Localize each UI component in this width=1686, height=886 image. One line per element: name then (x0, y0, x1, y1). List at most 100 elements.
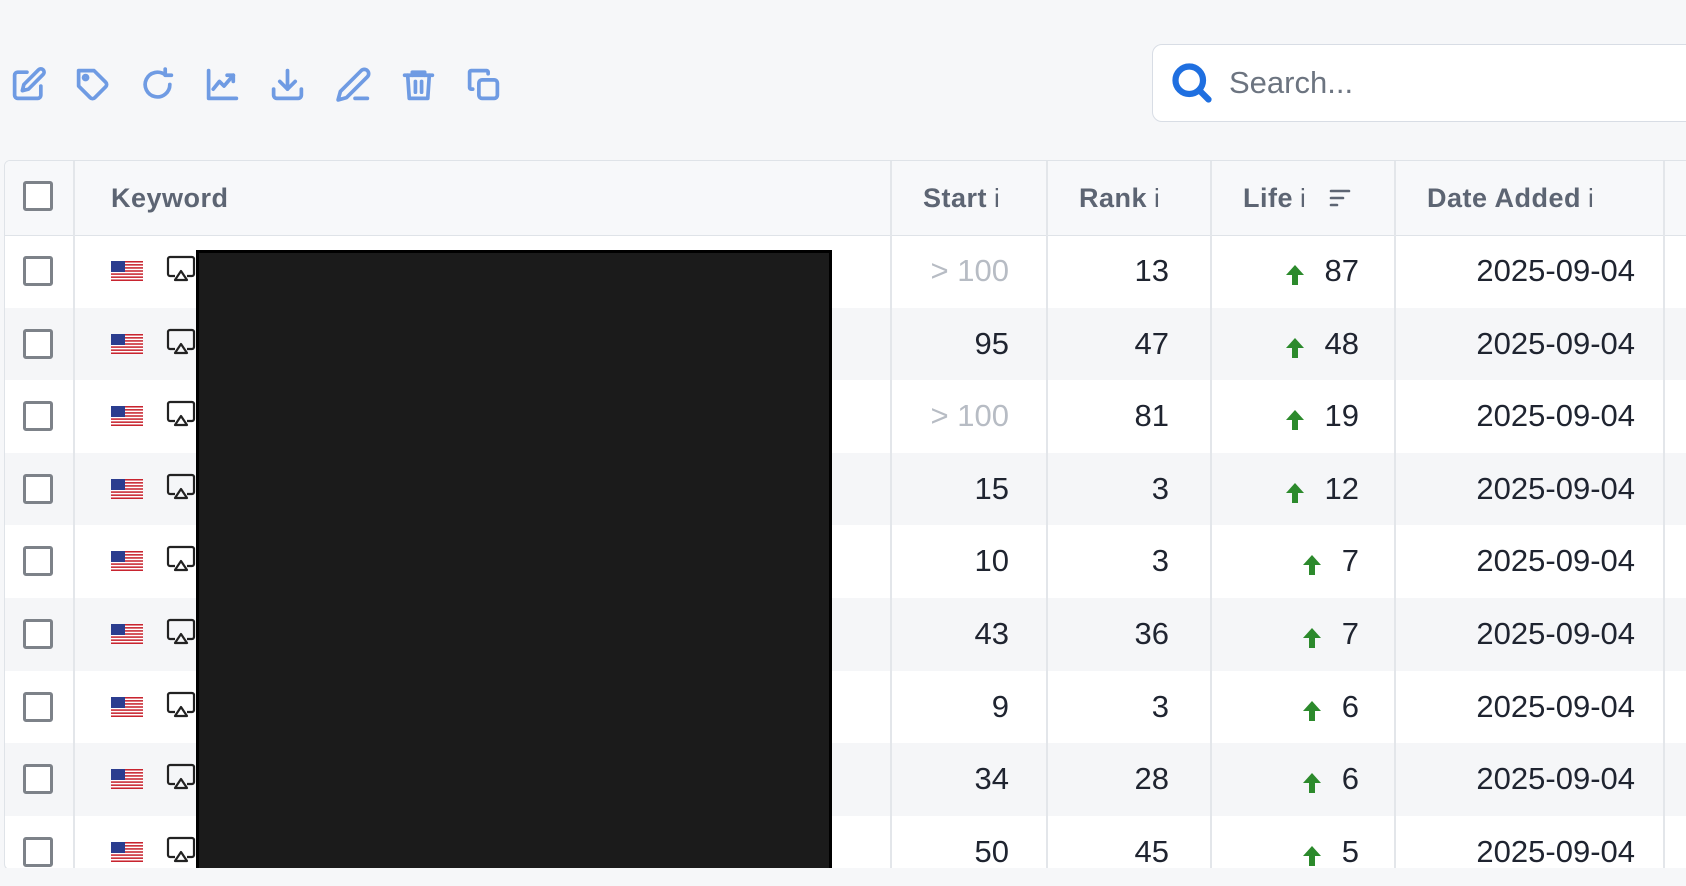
start-cell: 95 (974, 325, 1009, 361)
start-cell: > 100 (930, 398, 1009, 434)
life-value: 12 (1324, 470, 1359, 506)
life-value: 48 (1324, 325, 1359, 361)
column-divider (1663, 161, 1665, 869)
up-arrow-icon (1283, 259, 1307, 285)
life-cell: 7 (1211, 525, 1359, 597)
life-cell: 87 (1211, 235, 1359, 307)
search-input[interactable] (1227, 64, 1651, 102)
desktop-device-icon (166, 545, 196, 573)
up-arrow-icon (1283, 477, 1307, 503)
up-arrow-icon (1300, 767, 1324, 794)
life-value: 6 (1341, 761, 1359, 797)
header-date-added[interactable]: Date Added i (1427, 161, 1594, 235)
start-cell: 15 (974, 470, 1009, 506)
info-icon[interactable]: i (1154, 183, 1160, 214)
row-checkbox[interactable] (23, 473, 53, 504)
header-life[interactable]: Life i (1243, 161, 1352, 235)
trash-icon[interactable] (398, 64, 438, 104)
life-value: 19 (1324, 398, 1359, 434)
start-cell: > 100 (930, 253, 1009, 288)
life-cell: 12 (1211, 453, 1359, 525)
date-added-cell: 2025-09-04 (1476, 325, 1635, 361)
row-checkbox[interactable] (23, 619, 53, 649)
life-cell: 5 (1211, 816, 1359, 869)
info-icon[interactable]: i (1300, 183, 1306, 214)
column-divider (890, 161, 892, 869)
life-cell: 6 (1211, 671, 1359, 743)
life-cell: 19 (1211, 380, 1359, 452)
row-checkbox[interactable] (23, 256, 53, 286)
us-flag-icon (111, 841, 143, 862)
rank-cell: 3 (1151, 688, 1169, 724)
life-value: 6 (1341, 688, 1359, 724)
desktop-device-icon (166, 400, 196, 428)
info-icon[interactable]: i (1588, 183, 1594, 214)
refresh-icon[interactable] (137, 64, 177, 104)
life-value: 7 (1341, 543, 1359, 579)
column-divider (1046, 161, 1048, 869)
download-icon[interactable] (267, 64, 307, 104)
up-arrow-icon (1300, 549, 1324, 576)
row-checkbox[interactable] (23, 401, 53, 432)
info-icon[interactable]: i (994, 183, 1000, 214)
start-cell: 34 (974, 761, 1009, 797)
up-arrow-icon (1300, 622, 1324, 648)
header-rank[interactable]: Rank i (1079, 161, 1160, 235)
date-added-cell: 2025-09-04 (1476, 833, 1635, 869)
column-divider (1210, 161, 1212, 869)
chart-icon[interactable] (202, 64, 242, 104)
row-checkbox[interactable] (23, 764, 53, 795)
desktop-device-icon (166, 328, 196, 356)
us-flag-icon (111, 696, 143, 717)
row-checkbox[interactable] (23, 546, 53, 577)
copy-icon[interactable] (463, 64, 503, 104)
up-arrow-icon (1283, 404, 1307, 431)
rank-cell: 28 (1134, 761, 1169, 797)
start-cell: 43 (974, 616, 1009, 651)
date-added-cell: 2025-09-04 (1476, 543, 1635, 579)
redacted-keywords-block (196, 250, 832, 881)
us-flag-icon (111, 478, 143, 499)
up-arrow-icon (1300, 695, 1324, 721)
rank-cell: 3 (1151, 543, 1169, 579)
rank-cell: 81 (1134, 398, 1169, 434)
select-all-checkbox[interactable] (23, 181, 53, 211)
header-keyword[interactable]: Keyword (111, 161, 229, 235)
us-flag-icon (111, 333, 143, 354)
header-start[interactable]: Start i (923, 161, 1000, 235)
rank-cell: 13 (1134, 253, 1169, 288)
date-added-cell: 2025-09-04 (1476, 616, 1635, 651)
rank-cell: 45 (1134, 833, 1169, 869)
us-flag-icon (111, 406, 143, 427)
rank-cell: 3 (1151, 470, 1169, 506)
edit-icon[interactable] (8, 64, 48, 104)
date-added-cell: 2025-09-04 (1476, 761, 1635, 797)
sort-icon[interactable] (1328, 188, 1352, 208)
desktop-device-icon (166, 255, 196, 283)
table-header: Keyword Start i Rank i Life i Date Added i (5, 161, 1686, 236)
date-added-cell: 2025-09-04 (1476, 688, 1635, 724)
desktop-device-icon (166, 763, 196, 791)
search-box (1152, 44, 1686, 122)
page-footer-strip (0, 868, 1686, 886)
search-icon (1169, 60, 1215, 106)
pencil-icon[interactable] (333, 64, 373, 104)
us-flag-icon (111, 769, 143, 790)
row-checkbox[interactable] (23, 328, 53, 359)
desktop-device-icon (166, 691, 196, 719)
desktop-device-icon (166, 618, 196, 646)
rank-cell: 47 (1134, 325, 1169, 361)
up-arrow-icon (1283, 332, 1307, 358)
row-checkbox[interactable] (23, 836, 53, 867)
rank-cell: 36 (1134, 616, 1169, 651)
row-checkbox[interactable] (23, 691, 53, 722)
life-value: 5 (1341, 833, 1359, 869)
start-cell: 9 (991, 688, 1009, 724)
desktop-device-icon (166, 836, 196, 864)
life-value: 7 (1341, 616, 1359, 651)
desktop-device-icon (166, 473, 196, 501)
date-added-cell: 2025-09-04 (1476, 253, 1635, 288)
tag-icon[interactable] (72, 64, 112, 104)
us-flag-icon (111, 551, 143, 572)
up-arrow-icon (1300, 840, 1324, 866)
